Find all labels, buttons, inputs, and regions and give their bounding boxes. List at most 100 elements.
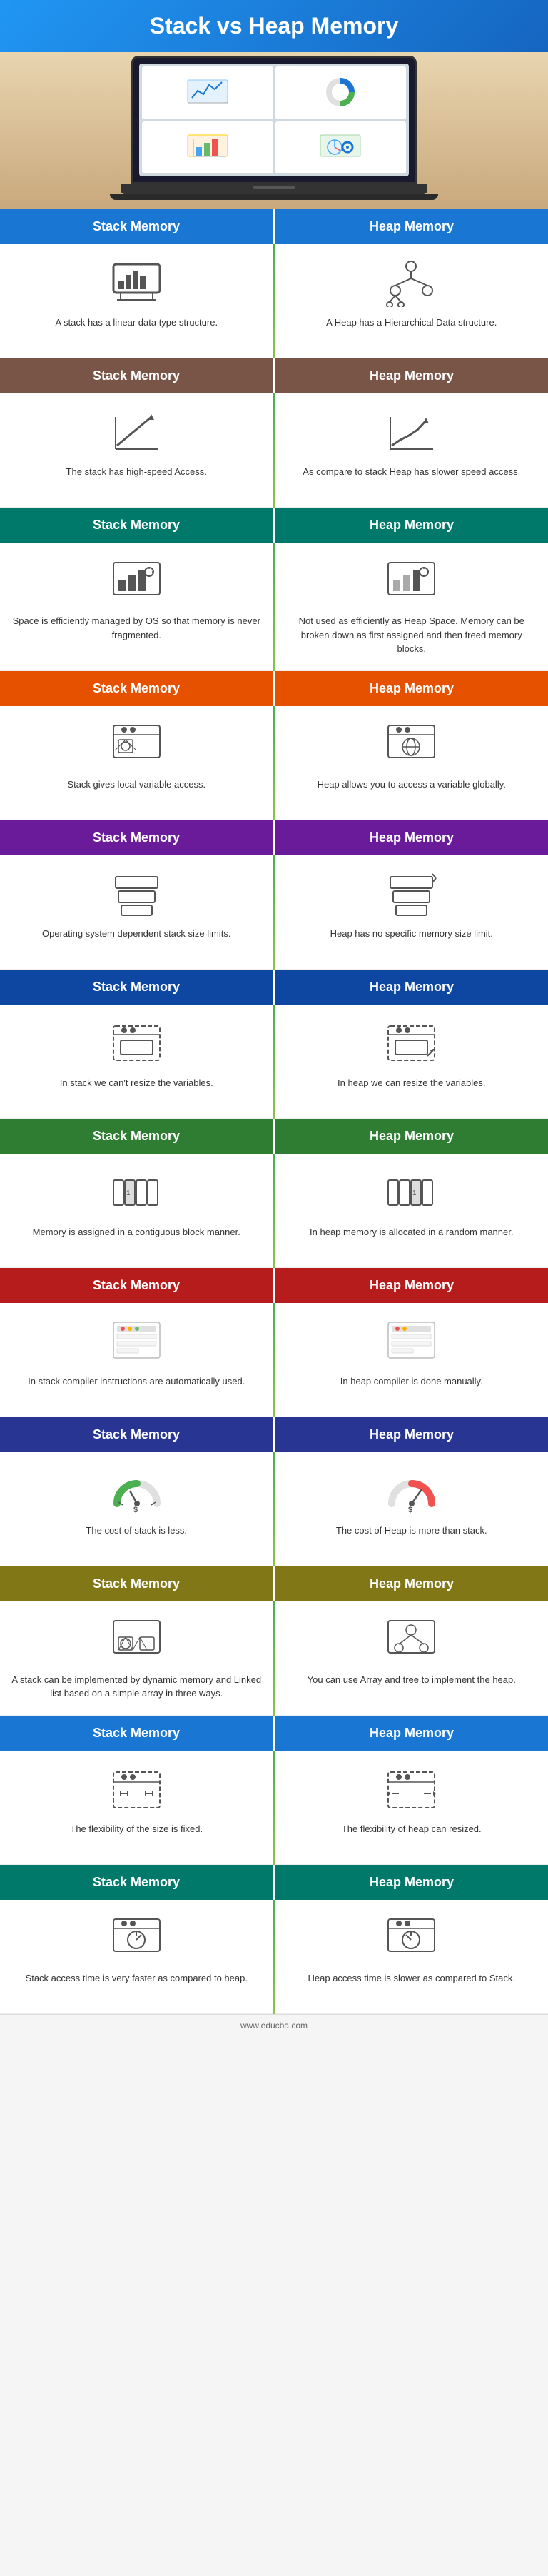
left-icon-8: $ [108,1466,165,1516]
right-icon-1 [383,408,440,458]
left-header-5: Stack Memory [0,970,273,1005]
svg-text:$: $ [408,1506,412,1514]
left-cell-0: A stack has a linear data type structure… [0,244,273,358]
svg-text:1: 1 [412,1189,417,1197]
section-header-1: Stack MemoryHeap Memory [0,358,548,393]
left-header-9: Stack Memory [0,1566,273,1601]
right-icon-9 [383,1616,440,1666]
content-row-1: The stack has high-speed Access. As comp… [0,393,548,508]
left-cell-4: Operating system dependent stack size li… [0,855,273,970]
left-cell-1: The stack has high-speed Access. [0,393,273,508]
section-header-4: Stack MemoryHeap Memory [0,820,548,855]
left-text-1: The stack has high-speed Access. [66,465,207,479]
left-cell-9: A stack can be implemented by dynamic me… [0,1601,273,1716]
left-cell-8: $ The cost of stack is less. [0,1452,273,1566]
right-cell-9: You can use Array and tree to implement … [275,1601,548,1716]
content-row-9: A stack can be implemented by dynamic me… [0,1601,548,1716]
left-cell-6: 1 Memory is assigned in a contiguous blo… [0,1154,273,1268]
right-text-6: In heap memory is allocated in a random … [310,1225,513,1239]
left-icon-2 [108,557,165,607]
right-icon-8: $ [383,1466,440,1516]
right-header-1: Heap Memory [275,358,548,393]
section-header-11: Stack MemoryHeap Memory [0,1865,548,1900]
left-header-7: Stack Memory [0,1268,273,1303]
right-header-5: Heap Memory [275,970,548,1005]
right-icon-11 [383,1914,440,1964]
right-cell-11: Heap access time is slower as compared t… [275,1900,548,2014]
right-header-8: Heap Memory [275,1417,548,1452]
content-row-5: In stack we can't resize the variables. … [0,1005,548,1119]
right-header-6: Heap Memory [275,1119,548,1154]
right-icon-3 [383,720,440,770]
right-text-7: In heap compiler is done manually. [340,1374,483,1389]
right-icon-2 [383,557,440,607]
content-row-2: Space is efficiently managed by OS so th… [0,543,548,671]
right-cell-0: A Heap has a Hierarchical Data structure… [275,244,548,358]
section-header-3: Stack MemoryHeap Memory [0,671,548,706]
right-header-3: Heap Memory [275,671,548,706]
left-icon-9 [108,1616,165,1666]
right-text-2: Not used as efficiently as Heap Space. M… [286,614,538,656]
right-cell-1: As compare to stack Heap has slower spee… [275,393,548,508]
left-icon-6: 1 [108,1168,165,1218]
right-icon-6: 1 [383,1168,440,1218]
left-text-0: A stack has a linear data type structure… [55,316,218,330]
right-text-5: In heap we can resize the variables. [338,1076,485,1090]
left-icon-11 [108,1914,165,1964]
left-cell-2: Space is efficiently managed by OS so th… [0,543,273,671]
right-cell-3: Heap allows you to access a variable glo… [275,706,548,820]
right-header-11: Heap Memory [275,1865,548,1900]
content-row-6: 1 Memory is assigned in a contiguous blo… [0,1154,548,1268]
left-icon-4 [108,870,165,920]
right-text-0: A Heap has a Hierarchical Data structure… [326,316,497,330]
section-header-2: Stack MemoryHeap Memory [0,508,548,543]
content-row-3: Stack gives local variable access. Heap … [0,706,548,820]
svg-text:1: 1 [126,1189,131,1197]
left-text-5: In stack we can't resize the variables. [60,1076,213,1090]
section-header-9: Stack MemoryHeap Memory [0,1566,548,1601]
right-cell-4: Heap has no specific memory size limit. [275,855,548,970]
left-text-3: Stack gives local variable access. [67,778,206,792]
left-cell-3: Stack gives local variable access. [0,706,273,820]
section-header-5: Stack MemoryHeap Memory [0,970,548,1005]
right-cell-7: In heap compiler is done manually. [275,1303,548,1417]
right-cell-10: The flexibility of heap can resized. [275,1751,548,1865]
left-header-6: Stack Memory [0,1119,273,1154]
left-icon-10 [108,1765,165,1815]
right-cell-6: 1 In heap memory is allocated in a rando… [275,1154,548,1268]
right-header-10: Heap Memory [275,1716,548,1751]
right-cell-5: In heap we can resize the variables. [275,1005,548,1119]
right-text-1: As compare to stack Heap has slower spee… [303,465,520,479]
right-text-11: Heap access time is slower as compared t… [308,1971,515,1986]
sections-container: Stack MemoryHeap Memory A stack has a li… [0,209,548,2014]
left-cell-5: In stack we can't resize the variables. [0,1005,273,1119]
left-icon-3 [108,720,165,770]
left-header-0: Stack Memory [0,209,273,244]
section-header-7: Stack MemoryHeap Memory [0,1268,548,1303]
right-text-8: The cost of Heap is more than stack. [336,1524,487,1538]
content-row-10: The flexibility of the size is fixed. Th… [0,1751,548,1865]
right-header-7: Heap Memory [275,1268,548,1303]
left-cell-11: Stack access time is very faster as comp… [0,1900,273,2014]
left-text-6: Memory is assigned in a contiguous block… [33,1225,240,1239]
left-text-7: In stack compiler instructions are autom… [28,1374,245,1389]
section-header-0: Stack MemoryHeap Memory [0,209,548,244]
left-text-9: A stack can be implemented by dynamic me… [11,1673,263,1701]
right-header-4: Heap Memory [275,820,548,855]
right-header-0: Heap Memory [275,209,548,244]
right-icon-0 [383,258,440,308]
left-cell-10: The flexibility of the size is fixed. [0,1751,273,1865]
right-icon-5 [383,1019,440,1069]
right-text-10: The flexibility of heap can resized. [342,1822,482,1836]
left-header-4: Stack Memory [0,820,273,855]
left-header-3: Stack Memory [0,671,273,706]
section-header-10: Stack MemoryHeap Memory [0,1716,548,1751]
content-row-0: A stack has a linear data type structure… [0,244,548,358]
left-cell-7: In stack compiler instructions are autom… [0,1303,273,1417]
left-header-8: Stack Memory [0,1417,273,1452]
left-text-10: The flexibility of the size is fixed. [70,1822,203,1836]
content-row-4: Operating system dependent stack size li… [0,855,548,970]
left-text-11: Stack access time is very faster as comp… [26,1971,248,1986]
left-header-2: Stack Memory [0,508,273,543]
left-icon-7 [108,1317,165,1367]
